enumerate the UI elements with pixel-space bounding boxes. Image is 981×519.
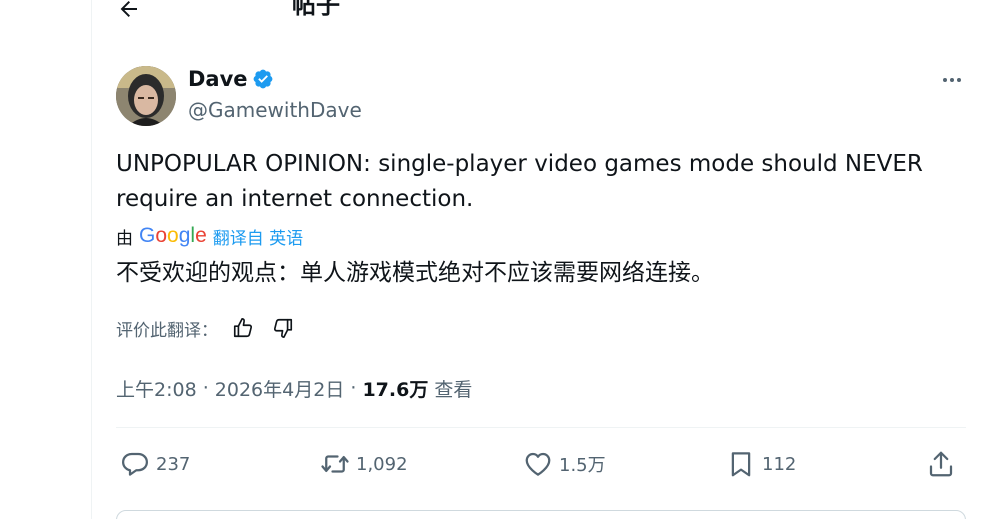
action-bar: 237 1,092 1.5万 112 (116, 444, 966, 484)
author-handle[interactable]: @GamewithDave (188, 97, 362, 123)
google-letter: o (155, 224, 168, 247)
google-letter: G (139, 224, 156, 247)
reply-icon (122, 452, 148, 476)
views-label: 查看 (428, 378, 473, 401)
meta-separator: · (196, 377, 215, 399)
repost-button[interactable]: 1,092 (320, 444, 408, 484)
divider (116, 427, 966, 428)
back-button[interactable] (112, 0, 146, 26)
more-button[interactable] (936, 66, 968, 94)
page-title: 帖子 (292, 0, 340, 19)
translated-text: 不受欢迎的观点：单人游戏模式绝对不应该需要网络连接。 (116, 260, 714, 286)
repost-icon (321, 455, 349, 473)
thumbs-up-button[interactable] (228, 313, 258, 343)
translate-link[interactable]: 翻译自 英语 (213, 224, 303, 249)
author-name-row: Dave (188, 66, 274, 92)
like-button[interactable]: 1.5万 (523, 444, 606, 484)
rate-translation-label: 评价此翻译： (116, 320, 218, 341)
top-bar: 帖子 (92, 0, 981, 28)
display-name[interactable]: Dave (188, 66, 248, 92)
avatar-image (116, 66, 176, 126)
google-letter: o (167, 224, 179, 247)
meta-separator: · (344, 377, 363, 399)
thumbs-up-icon (233, 318, 253, 338)
translated-by-label: 由 (116, 228, 133, 249)
google-letter: e (195, 224, 207, 247)
tweet-meta: 上午2:08 · 2026年4月2日 · 17.6万 查看 (116, 374, 472, 402)
google-logo: G o o g l e (139, 224, 207, 248)
reply-composer[interactable] (116, 510, 966, 519)
thumbs-down-icon (273, 318, 293, 338)
bookmark-icon (731, 452, 751, 477)
reply-button[interactable]: 237 (120, 444, 190, 484)
bookmark-button[interactable]: 112 (726, 444, 796, 484)
like-icon (525, 452, 551, 476)
like-count: 1.5万 (559, 455, 606, 476)
tweet-date[interactable]: 2026年4月2日 (215, 375, 345, 402)
more-icon (943, 78, 961, 82)
tweet-time[interactable]: 上午2:08 (116, 375, 197, 402)
google-letter: g (178, 224, 191, 247)
share-button[interactable] (926, 444, 956, 484)
thumbs-down-button[interactable] (268, 313, 298, 343)
avatar[interactable] (116, 66, 176, 126)
verified-badge-icon[interactable] (252, 68, 274, 90)
bookmark-count: 112 (762, 453, 797, 475)
repost-count: 1,092 (356, 453, 408, 475)
tweet-text: UNPOPULAR OPINION: single-player video g… (116, 151, 923, 212)
share-icon (929, 451, 953, 477)
views-count[interactable]: 17.6万 (362, 375, 428, 402)
back-arrow-icon (120, 1, 137, 17)
column-border (91, 0, 92, 519)
translation-attribution: 由 G o o g l e 翻译自 英语 (116, 222, 303, 250)
reply-count: 237 (156, 453, 191, 475)
rate-translation-row: 评价此翻译： (116, 313, 298, 343)
